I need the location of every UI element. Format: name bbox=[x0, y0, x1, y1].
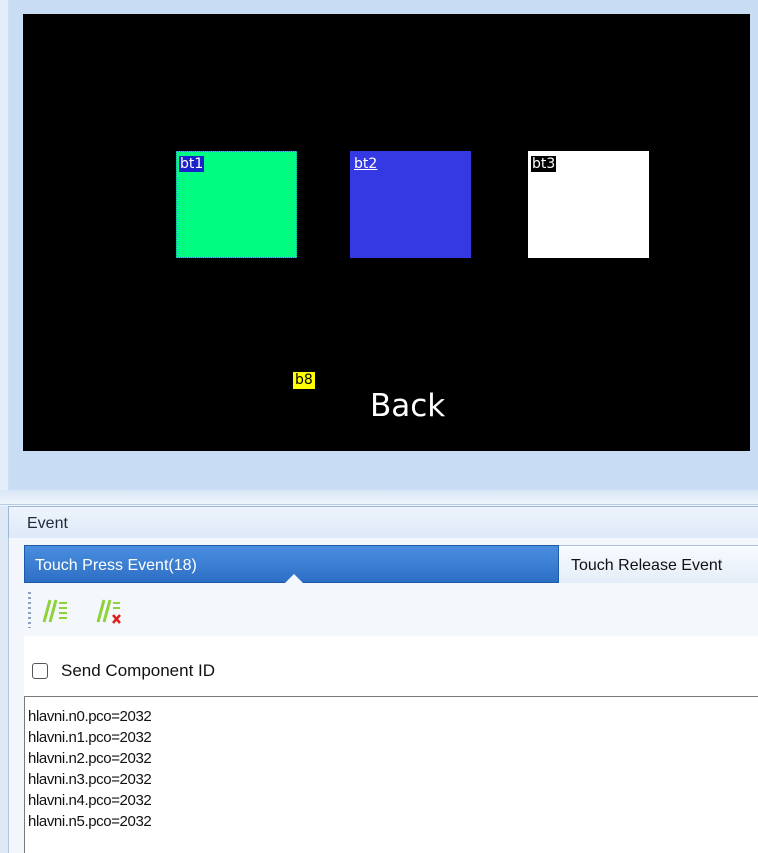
left-panel-strip bbox=[0, 506, 9, 853]
component-bt1[interactable]: bt1 bbox=[176, 151, 297, 258]
editor-left-edge bbox=[0, 0, 9, 492]
code-line: hlavni.n3.pco=2032 bbox=[28, 771, 152, 788]
component-bt2[interactable]: bt2 bbox=[350, 151, 471, 258]
send-component-id-checkbox[interactable] bbox=[32, 663, 48, 679]
event-panel-header: Event bbox=[8, 506, 758, 538]
tab-touch-release-event[interactable]: Touch Release Event bbox=[559, 545, 758, 583]
format-code-icon bbox=[42, 599, 67, 623]
tab-touch-release-label: Touch Release Event bbox=[571, 557, 723, 574]
component-bt3-label: bt3 bbox=[531, 156, 557, 172]
event-panel-title: Event bbox=[27, 515, 68, 532]
code-line: hlavni.n4.pco=2032 bbox=[28, 792, 152, 809]
code-line: hlavni.n2.pco=2032 bbox=[28, 750, 152, 767]
component-b8-back-text[interactable]: Back bbox=[370, 388, 445, 424]
tab-touch-press-event[interactable]: Touch Press Event(18) bbox=[24, 545, 559, 583]
clear-code-button[interactable] bbox=[94, 596, 126, 626]
panel-splitter[interactable] bbox=[0, 490, 758, 505]
toolbar-grip[interactable] bbox=[28, 592, 31, 628]
design-canvas[interactable]: bt1 bt2 bt3 b8 Back bbox=[23, 14, 750, 451]
tab-selected-indicator bbox=[285, 574, 303, 583]
code-line: hlavni.n1.pco=2032 bbox=[28, 729, 152, 746]
send-component-id-label: Send Component ID bbox=[61, 661, 216, 680]
event-tabbar: Touch Press Event(18) Touch Release Even… bbox=[24, 545, 758, 583]
component-bt3[interactable]: bt3 bbox=[528, 151, 649, 258]
code-line: hlavni.n5.pco=2032 bbox=[28, 813, 152, 830]
component-bt1-label: bt1 bbox=[179, 156, 205, 172]
format-code-button[interactable] bbox=[38, 596, 70, 626]
component-b8-label[interactable]: b8 bbox=[293, 372, 315, 389]
event-toolbar bbox=[24, 584, 758, 637]
send-component-id-option[interactable]: Send Component ID bbox=[32, 660, 215, 682]
tab-touch-press-label: Touch Press Event(18) bbox=[35, 557, 197, 574]
component-bt2-label: bt2 bbox=[353, 156, 379, 172]
event-code-editor[interactable]: hlavni.n0.pco=2032 hlavni.n1.pco=2032 hl… bbox=[24, 696, 758, 853]
clear-code-icon bbox=[96, 599, 121, 624]
code-line: hlavni.n0.pco=2032 bbox=[28, 708, 152, 725]
code-lines: hlavni.n0.pco=2032 hlavni.n1.pco=2032 hl… bbox=[25, 697, 758, 832]
event-content: Send Component ID hlavni.n0.pco=2032 hla… bbox=[24, 636, 758, 853]
